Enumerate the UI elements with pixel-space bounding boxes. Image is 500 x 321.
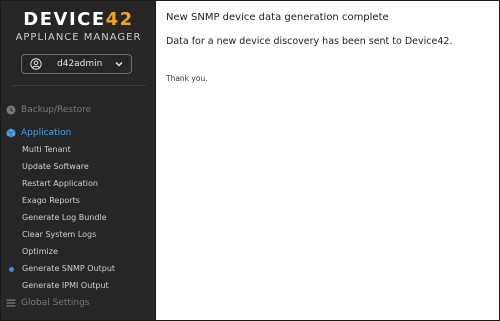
- sidebar-item-clear-system-logs[interactable]: Clear System Logs: [1, 228, 155, 242]
- user-menu-button[interactable]: d42admin: [21, 54, 132, 74]
- status-message: Data for a new device discovery has been…: [166, 36, 453, 47]
- main-content: New SNMP device data generation complete…: [157, 1, 499, 320]
- sidebar-item-update-software[interactable]: Update Software: [1, 160, 155, 174]
- sidebar-section-label: Backup/Restore: [21, 105, 92, 115]
- sidebar-item-generate-snmp-output[interactable]: Generate SNMP Output: [1, 262, 155, 276]
- sidebar-item-label: Generate SNMP Output: [22, 264, 116, 273]
- brand-logo: DEVICE42: [1, 9, 155, 31]
- sidebar-item-label: Clear System Logs: [22, 230, 97, 239]
- sidebar-section-backup-restore[interactable]: Backup/Restore: [1, 103, 155, 117]
- sidebar-item-label: Restart Application: [22, 179, 98, 188]
- sidebar-item-label: Generate Log Bundle: [22, 213, 107, 222]
- page-title: New SNMP device data generation complete: [166, 12, 389, 23]
- sidebar-item-generate-log-bundle[interactable]: Generate Log Bundle: [1, 211, 155, 225]
- sidebar-section-label: Application: [21, 128, 72, 138]
- sidebar-item-generate-ipmi-output[interactable]: Generate IPMI Output: [1, 279, 155, 293]
- sidebar-item-label: Exago Reports: [22, 196, 80, 205]
- sidebar-item-multi-tenant[interactable]: Multi Tenant: [1, 143, 155, 157]
- brand-logo-accent: 42: [105, 9, 134, 30]
- sidebar-item-exago-reports[interactable]: Exago Reports: [1, 194, 155, 208]
- sidebar-item-label: Generate IPMI Output: [22, 281, 109, 290]
- sidebar-section-global-settings[interactable]: Global Settings: [1, 296, 155, 310]
- sidebar-item-restart-application[interactable]: Restart Application: [1, 177, 155, 191]
- sidebar-item-label: Multi Tenant: [22, 145, 71, 154]
- brand-subtitle: APPLIANCE MANAGER: [15, 32, 142, 43]
- active-indicator-dot: [9, 267, 14, 272]
- sidebar-section-label: Global Settings: [21, 298, 90, 308]
- sidebar-item-optimize[interactable]: Optimize: [1, 245, 155, 259]
- thank-you-text: Thank you.: [166, 74, 208, 83]
- sidebar-divider: [11, 85, 146, 86]
- app-window: DEVICE42 APPLIANCE MANAGER d42admin Back…: [0, 0, 500, 321]
- backup-icon: [6, 105, 16, 115]
- list-icon: [6, 299, 16, 307]
- username-label: d42admin: [57, 59, 103, 69]
- sidebar-section-application[interactable]: Application: [1, 126, 155, 140]
- cube-icon: [6, 128, 16, 138]
- user-circle-icon: [30, 58, 42, 70]
- sidebar-item-label: Update Software: [22, 162, 89, 171]
- brand-logo-main: DEVICE: [23, 9, 106, 30]
- sidebar-item-label: Optimize: [22, 247, 58, 256]
- sidebar: DEVICE42 APPLIANCE MANAGER d42admin Back…: [1, 1, 156, 320]
- chevron-down-icon: [115, 61, 123, 67]
